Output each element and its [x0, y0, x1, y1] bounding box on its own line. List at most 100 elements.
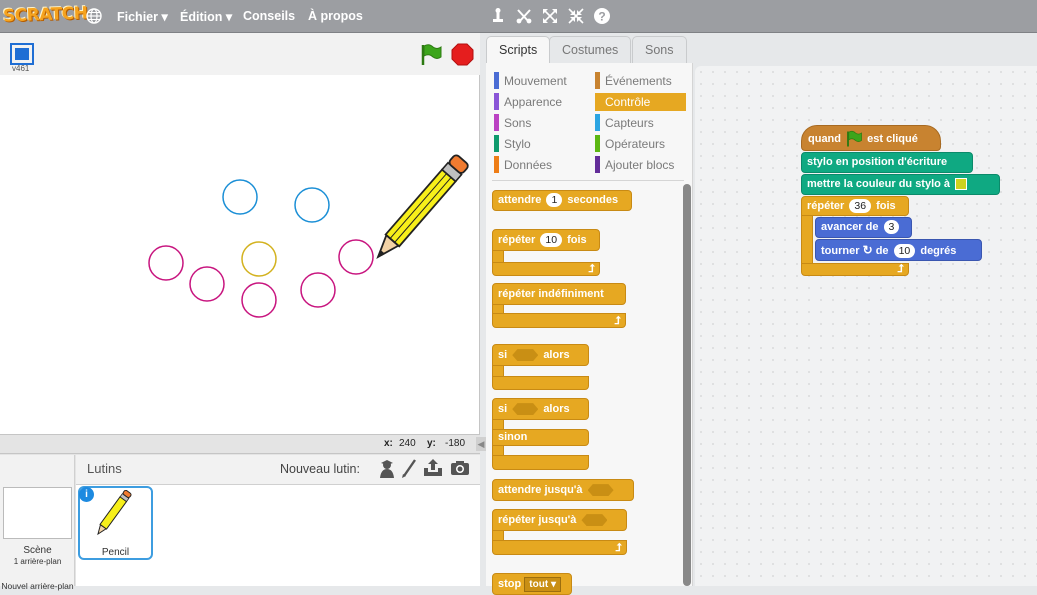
block-text: fois: [876, 200, 896, 212]
block-repeat[interactable]: répéter 10 fois: [492, 229, 600, 251]
block-dropdown[interactable]: tout ▾: [524, 577, 561, 592]
scratch-logo[interactable]: SCRATCH: [3, 4, 88, 27]
stage-thumbnail[interactable]: [3, 487, 72, 539]
block-stop[interactable]: stop tout ▾: [492, 573, 572, 595]
upload-sprite-icon[interactable]: [423, 458, 443, 478]
block-text: répéter jusqu'à: [498, 514, 577, 526]
drawn-circle: [189, 266, 225, 302]
palette-scrollbar[interactable]: [683, 184, 691, 586]
menu-tips[interactable]: Conseils: [243, 9, 295, 23]
menu-about[interactable]: À propos: [308, 9, 363, 23]
category-events[interactable]: Événements: [595, 72, 686, 90]
sprite-name: Pencil: [101, 547, 130, 558]
category-label: Opérateurs: [605, 137, 666, 151]
rotate-clockwise-icon: ↻: [862, 243, 873, 257]
block-text: répéter: [498, 234, 536, 246]
choose-sprite-library-icon[interactable]: [378, 459, 396, 479]
delete-scissors-icon[interactable]: [515, 7, 533, 25]
block-text: alors: [543, 403, 570, 415]
block-boolean-slot[interactable]: [581, 514, 608, 527]
category-label: Sons: [504, 116, 532, 130]
category-sound[interactable]: Sons: [494, 114, 592, 132]
loop-arrow-icon: ⮥: [588, 263, 596, 275]
category-control[interactable]: Contrôle: [595, 93, 686, 111]
block-if-else[interactable]: si alors: [492, 398, 589, 420]
category-label: Mouvement: [504, 74, 567, 88]
menu-file[interactable]: Fichier ▾: [117, 9, 168, 24]
tab-sounds[interactable]: Sons: [632, 36, 687, 63]
drawn-circle: [300, 272, 336, 308]
block-input[interactable]: 3: [883, 220, 900, 234]
block-text: mettre la couleur du stylo à: [807, 178, 951, 190]
block-c-foot: ⮥: [492, 540, 627, 555]
camera-icon[interactable]: [450, 460, 470, 476]
tab-scripts[interactable]: Scripts: [486, 36, 551, 64]
block-c-foot: ⮥: [492, 262, 600, 276]
green-flag-icon[interactable]: [419, 43, 443, 67]
block-palette: Mouvement Apparence Sons Stylo Données É…: [486, 63, 693, 595]
x-value: 240: [399, 438, 416, 449]
block-boolean-slot[interactable]: [512, 403, 539, 416]
help-icon[interactable]: ?: [593, 7, 611, 25]
stage-header: v461: [0, 33, 480, 75]
stage-canvas[interactable]: [0, 75, 480, 435]
block-when-flag-clicked[interactable]: quand est cliqué: [801, 125, 941, 151]
block-text: fois: [567, 234, 587, 246]
stop-icon[interactable]: [451, 43, 474, 66]
block-move-steps[interactable]: avancer de 3: [815, 217, 912, 238]
category-swatch: [595, 93, 600, 110]
category-pen[interactable]: Stylo: [494, 135, 592, 153]
block-repeat-until[interactable]: répéter jusqu'à: [492, 509, 627, 531]
grow-icon[interactable]: [541, 7, 559, 25]
block-input[interactable]: 10: [540, 233, 563, 247]
category-swatch: [494, 114, 499, 131]
category-motion[interactable]: Mouvement: [494, 72, 592, 90]
sprites-list: i Pencil: [76, 485, 480, 586]
category-more-blocks[interactable]: Ajouter blocs: [595, 156, 686, 174]
block-forever[interactable]: répéter indéfiniment: [492, 283, 626, 305]
block-input[interactable]: 10: [893, 244, 916, 258]
block-if-then[interactable]: si alors: [492, 344, 589, 366]
block-boolean-slot[interactable]: [587, 484, 614, 497]
category-swatch: [494, 93, 499, 110]
category-label: Événements: [605, 74, 672, 88]
block-wait-seconds[interactable]: attendre 1 secondes: [492, 190, 632, 211]
block-wait-until[interactable]: attendre jusqu'à: [492, 479, 634, 501]
stage-backdrop-count: 1 arrière-plan: [13, 557, 62, 566]
block-input[interactable]: 1: [546, 193, 563, 207]
block-text: répéter: [807, 200, 845, 212]
scripts-area[interactable]: quand est cliqué stylo en position d'écr…: [695, 66, 1037, 586]
block-pen-down[interactable]: stylo en position d'écriture: [801, 152, 973, 173]
block-set-pen-color[interactable]: mettre la couleur du stylo à: [801, 174, 1000, 195]
collapse-stage-arrow-icon[interactable]: ◀: [476, 437, 486, 451]
globe-icon[interactable]: [86, 8, 102, 24]
paint-new-sprite-icon[interactable]: [401, 459, 417, 479]
block-text: si: [498, 349, 508, 361]
new-backdrop-label: Nouvel arrière-plan: [1, 581, 74, 591]
category-sensing[interactable]: Capteurs: [595, 114, 686, 132]
sprite-tile-pencil[interactable]: i Pencil: [78, 486, 153, 560]
menu-bar: SCRATCH Fichier ▾ Édition ▾ Conseils À p…: [0, 0, 1037, 33]
block-text: attendre: [498, 194, 542, 206]
x-label: x:: [384, 438, 393, 449]
tab-costumes[interactable]: Costumes: [549, 36, 632, 63]
category-looks[interactable]: Apparence: [494, 93, 592, 111]
block-boolean-slot[interactable]: [512, 349, 539, 362]
duplicate-stamp-icon[interactable]: [489, 7, 507, 25]
category-operators[interactable]: Opérateurs: [595, 135, 686, 153]
pen-color-swatch[interactable]: [955, 178, 968, 191]
block-repeat-36[interactable]: répéter 36 fois: [801, 196, 909, 216]
category-swatch: [494, 72, 499, 89]
block-input[interactable]: 36: [849, 199, 872, 213]
fullscreen-icon[interactable]: [10, 43, 34, 65]
block-else-label: sinon: [492, 429, 589, 446]
stage-drawing: [148, 154, 469, 318]
shrink-icon[interactable]: [567, 7, 585, 25]
block-turn-right[interactable]: tourner ↻ de 10 degrés: [815, 239, 982, 261]
drawn-circle: [241, 282, 277, 318]
block-text: secondes: [567, 194, 619, 206]
menu-edit[interactable]: Édition ▾: [180, 9, 232, 24]
category-data[interactable]: Données: [494, 156, 592, 174]
category-label: Ajouter blocs: [605, 158, 675, 172]
mouse-coordinates: x: 240 y: -180 ◀: [0, 435, 486, 453]
